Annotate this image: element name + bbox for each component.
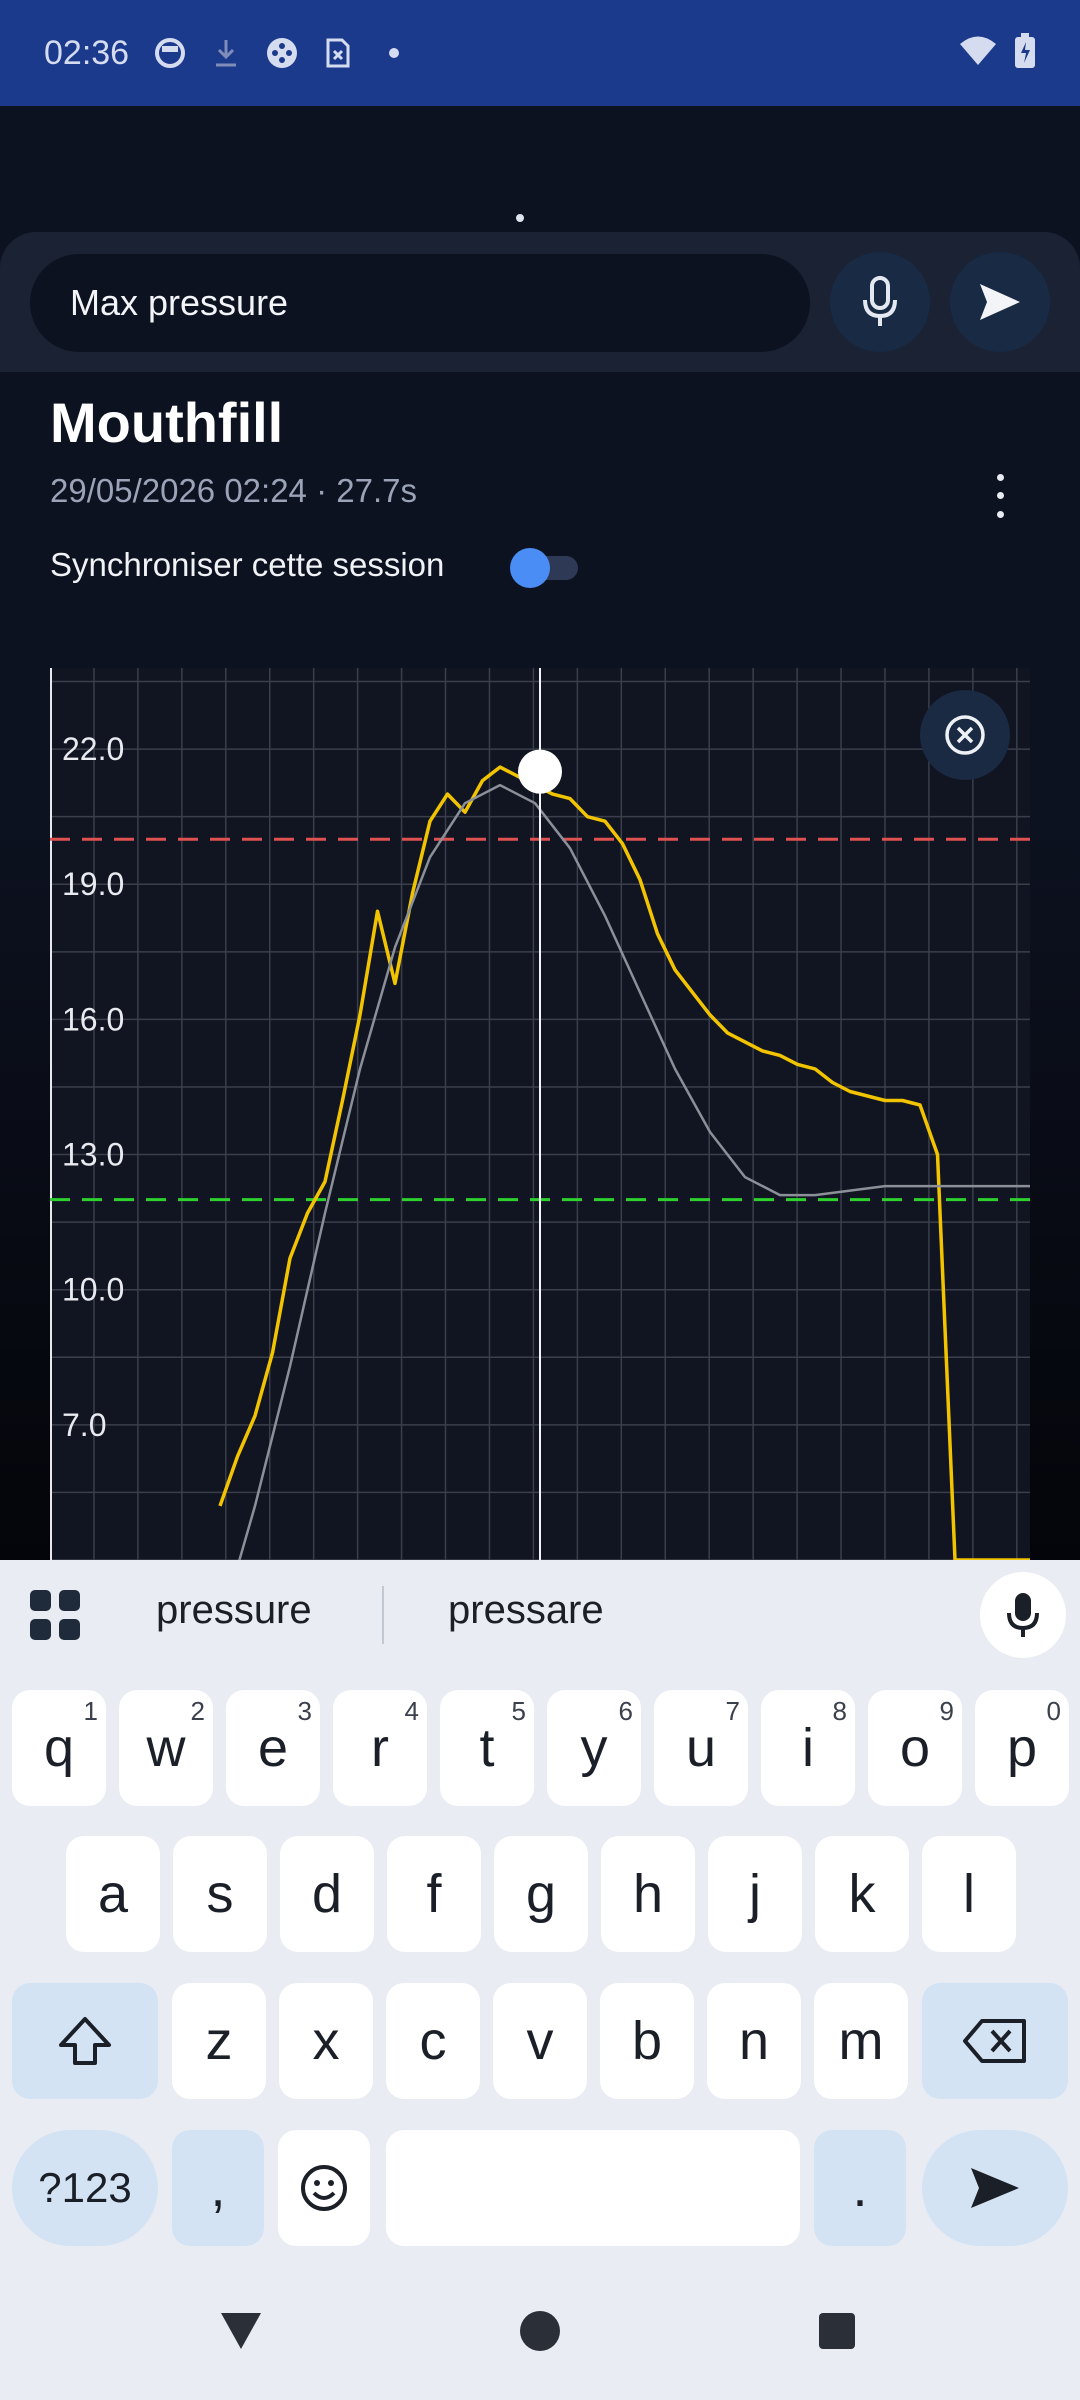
suggestion-2[interactable]: pressare [448,1588,604,1633]
send-icon [971,2168,1019,2208]
keyboard: pressure pressare q1w2e3r4t5y6u7i8o9p0 a… [0,1560,1080,2400]
pressure-chart[interactable]: 22.0 19.0 16.0 13.0 10.0 7.0 [50,668,1030,1560]
y-tick-label: 10.0 [62,1272,124,1308]
send-button[interactable] [950,252,1050,352]
nav-bar [0,2278,1080,2400]
status-bar: 02:36 [0,0,1080,106]
home-nav-icon[interactable] [519,2310,561,2352]
key-k[interactable]: k [815,1836,909,1952]
key-s[interactable]: s [173,1836,267,1952]
enter-send-key[interactable] [922,2130,1068,2246]
apps-grid-icon[interactable] [30,1590,80,1640]
microphone-icon [1007,1593,1039,1637]
key-w[interactable]: w2 [119,1690,213,1806]
key-c[interactable]: c [386,1983,480,2099]
key-t[interactable]: t5 [440,1690,534,1806]
back-nav-icon[interactable] [218,2310,264,2352]
key-e[interactable]: e3 [226,1690,320,1806]
keyboard-mic-button[interactable] [980,1572,1066,1658]
sync-toggle[interactable] [510,548,578,588]
clear-selection-button[interactable] [920,690,1010,780]
cursor-marker [518,749,562,794]
key-g[interactable]: g [494,1836,588,1952]
key-q[interactable]: q1 [12,1690,106,1806]
key-h[interactable]: h [601,1836,695,1952]
query-bar: Max pressure [0,232,1080,372]
more-vert-icon [996,473,1004,481]
key-l[interactable]: l [922,1836,1016,1952]
key-v[interactable]: v [493,1983,587,2099]
key-y[interactable]: y6 [547,1690,641,1806]
download-icon [209,36,243,70]
y-tick-label: 13.0 [62,1137,124,1173]
battery-icon [1014,32,1036,74]
key-d[interactable]: d [280,1836,374,1952]
face-icon [153,36,187,70]
sim-card-icon [321,36,355,70]
y-tick-label: 16.0 [62,1001,124,1037]
send-icon [980,284,1020,320]
emoji-icon [301,2165,347,2211]
space-key[interactable] [386,2130,800,2246]
chart-svg[interactable]: 22.0 19.0 16.0 13.0 10.0 7.0 [50,668,1030,1560]
session-subtitle: 29/05/2026 02:24 · 27.7s [50,472,417,509]
symbols-key[interactable]: ?123 [12,2130,158,2246]
key-m[interactable]: m [814,1983,908,2099]
drag-handle[interactable] [516,214,524,222]
key-z[interactable]: z [172,1983,266,2099]
key-a[interactable]: a [66,1836,160,1952]
emoji-key[interactable] [278,2130,370,2246]
notification-dot-icon [377,36,411,70]
key-n[interactable]: n [707,1983,801,2099]
suggestion-divider [382,1586,384,1644]
suggestion-strip: pressure pressare [0,1560,1080,1670]
shift-icon [59,2017,111,2065]
gamepad-icon [265,36,299,70]
backspace-icon [963,2019,1026,2063]
close-circle-icon [945,715,985,755]
search-input[interactable]: Max pressure [30,254,810,352]
microphone-icon [863,276,897,326]
voice-input-button[interactable] [830,252,930,352]
wifi-icon [958,35,998,72]
shift-key[interactable] [12,1983,158,2099]
session-title: Mouthfill [50,391,284,454]
status-time: 02:36 [44,33,130,72]
sync-label: Synchroniser cette session [50,546,445,583]
key-p[interactable]: p0 [975,1690,1069,1806]
recents-nav-icon[interactable] [818,2312,856,2350]
comma-key[interactable]: , [172,2130,264,2246]
period-key[interactable]: . [814,2130,906,2246]
y-tick-label: 19.0 [62,866,124,902]
app-screen: 02:36 Max pressure Mouthfill 29/05/2026 … [0,0,1080,2400]
key-j[interactable]: j [708,1836,802,1952]
key-r[interactable]: r4 [333,1690,427,1806]
backspace-key[interactable] [922,1983,1068,2099]
y-tick-label: 22.0 [62,731,124,767]
key-i[interactable]: i8 [761,1690,855,1806]
key-f[interactable]: f [387,1836,481,1952]
key-o[interactable]: o9 [868,1690,962,1806]
suggestion-1[interactable]: pressure [156,1588,312,1633]
more-options-button[interactable] [980,468,1020,524]
key-x[interactable]: x [279,1983,373,2099]
key-b[interactable]: b [600,1983,694,2099]
key-u[interactable]: u7 [654,1690,748,1806]
y-tick-label: 7.0 [62,1407,106,1443]
